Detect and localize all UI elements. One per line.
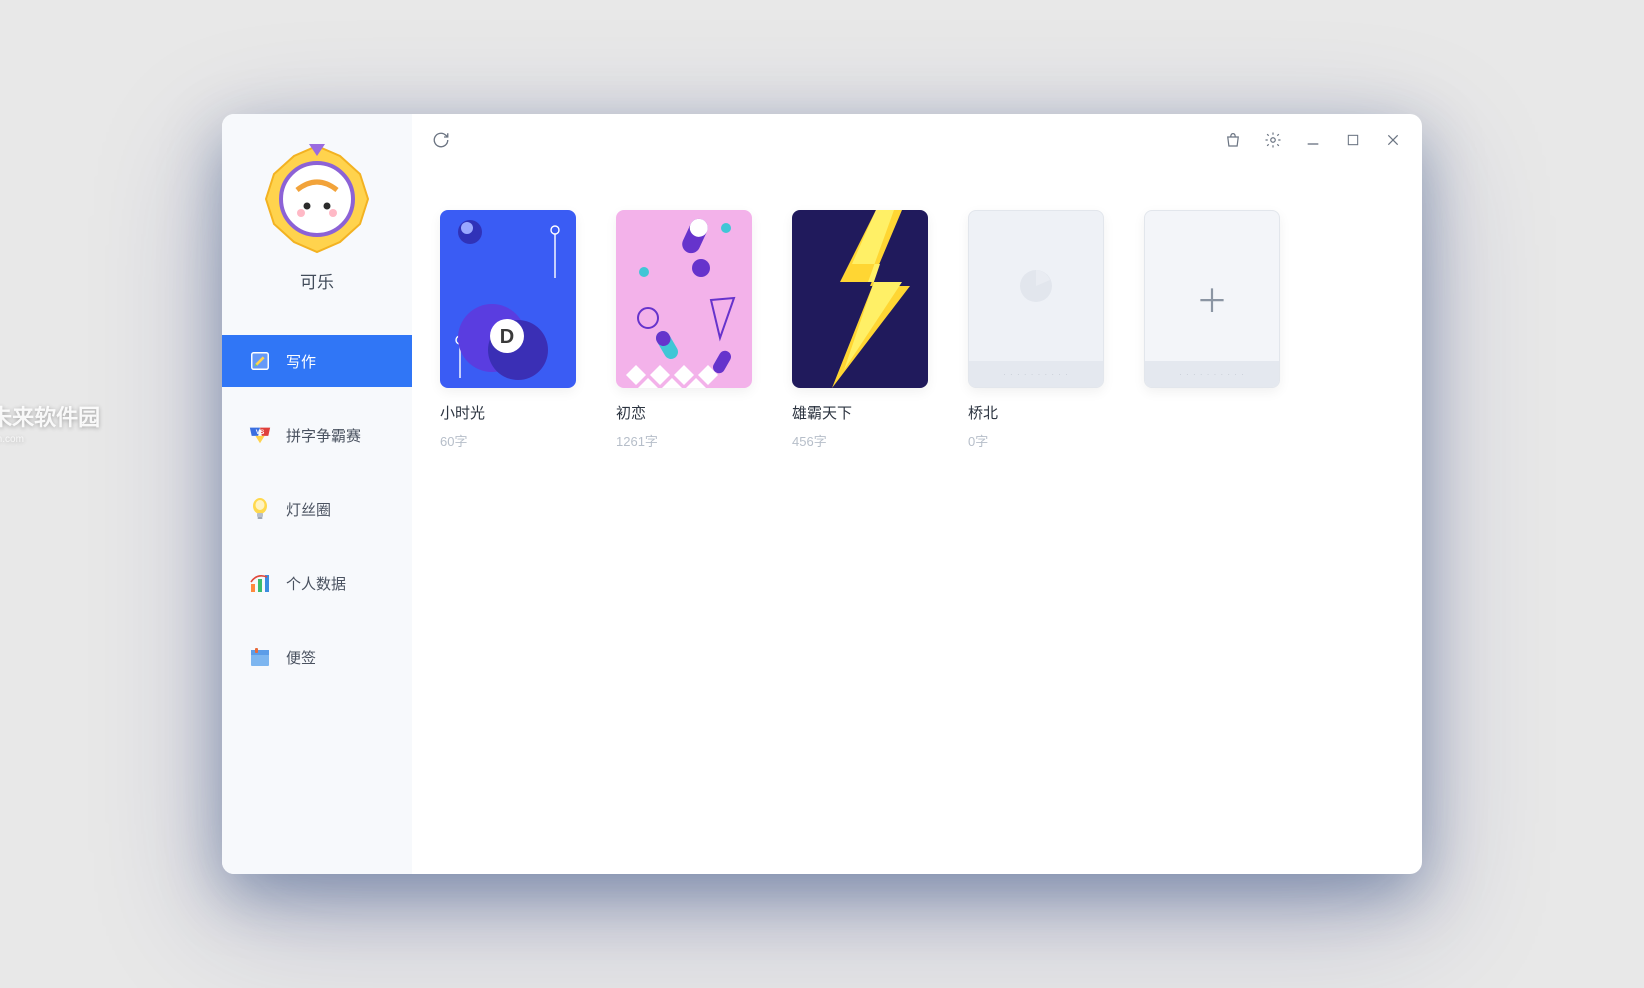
contest-icon: VS [248, 423, 272, 447]
main: D 小时光 60字 [412, 114, 1422, 874]
svg-text:D: D [500, 326, 514, 348]
book-card[interactable]: D 小时光 60字 [440, 210, 576, 450]
book-cover: D [440, 210, 576, 388]
add-book-card[interactable]: ＋ · · · · · · · · · · [1144, 210, 1280, 388]
book-grid: D 小时光 60字 [412, 166, 1422, 494]
book-card[interactable]: 雄霸天下 456字 [792, 210, 928, 450]
nav-stats[interactable]: 个人数据 [222, 557, 412, 609]
nav-label: 拼字争霸赛 [286, 425, 361, 446]
settings-icon[interactable] [1262, 129, 1284, 151]
book-title: 初恋 [616, 402, 752, 423]
book-word-count: 456字 [792, 431, 928, 450]
nav-contest[interactable]: VS 拼字争霸赛 [222, 409, 412, 461]
nav-notes[interactable]: 便签 [222, 631, 412, 683]
nav-circle[interactable]: 灯丝圈 [222, 483, 412, 535]
nav-write[interactable]: 写作 [222, 335, 412, 387]
refresh-button[interactable] [430, 129, 452, 151]
avatar[interactable] [262, 144, 372, 254]
nav-label: 个人数据 [286, 573, 346, 594]
svg-text:VS: VS [256, 429, 265, 436]
nav-label: 写作 [286, 351, 316, 372]
book-title: 桥北 [968, 402, 1104, 423]
book-title: 小时光 [440, 402, 576, 423]
minimize-button[interactable] [1302, 129, 1324, 151]
cover-footer-text: · · · · · · · · · · [1145, 361, 1279, 387]
book-word-count: 1261字 [616, 431, 752, 450]
book-card[interactable]: · · · · · · · · · · 桥北 0字 [968, 210, 1104, 450]
chart-icon [248, 571, 272, 595]
book-cover [616, 210, 752, 388]
bulb-icon [248, 497, 272, 521]
book-cover-empty: · · · · · · · · · · [968, 210, 1104, 388]
close-button[interactable] [1382, 129, 1404, 151]
sticky-note-icon [248, 645, 272, 669]
book-word-count: 60字 [440, 431, 576, 450]
plus-icon: ＋ [1196, 276, 1228, 322]
toolbar [412, 114, 1422, 166]
sidebar: 可乐 写作 VS 拼字争霸赛 灯丝圈 [222, 114, 412, 874]
cover-footer-text: · · · · · · · · · · [969, 361, 1103, 387]
nav-label: 便签 [286, 647, 316, 668]
book-word-count: 0字 [968, 431, 1104, 450]
write-icon [248, 349, 272, 373]
app-window: 可乐 写作 VS 拼字争霸赛 灯丝圈 [222, 114, 1422, 874]
add-book-cover: ＋ · · · · · · · · · · [1144, 210, 1280, 388]
book-card[interactable]: 初恋 1261字 [616, 210, 752, 450]
nav: 写作 VS 拼字争霸赛 灯丝圈 个人数据 [222, 335, 412, 705]
maximize-button[interactable] [1342, 129, 1364, 151]
book-title: 雄霸天下 [792, 402, 928, 423]
nav-label: 灯丝圈 [286, 499, 331, 520]
book-cover [792, 210, 928, 388]
shop-icon[interactable] [1222, 129, 1244, 151]
username: 可乐 [300, 268, 334, 293]
